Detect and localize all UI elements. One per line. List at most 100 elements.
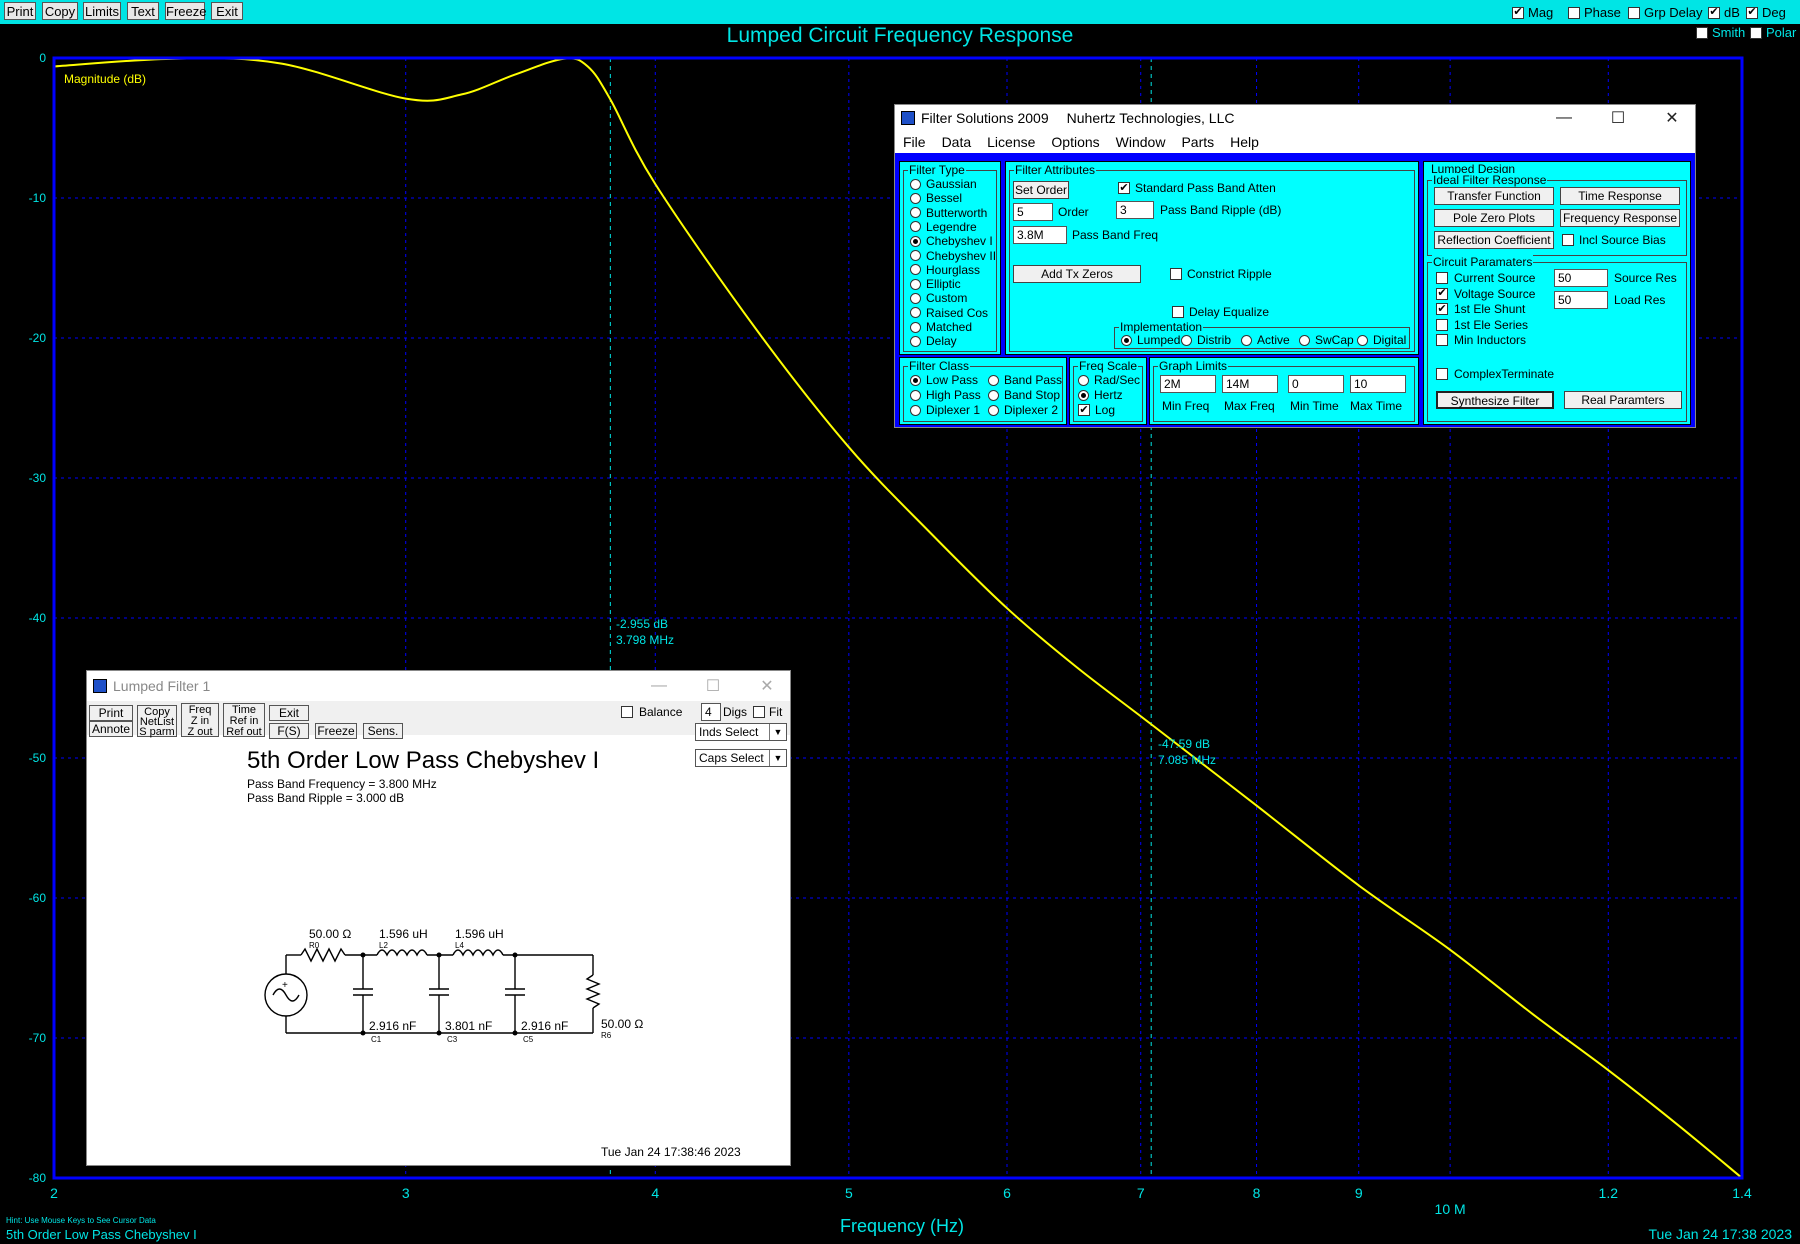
check-box[interactable] <box>1436 318 1448 331</box>
class-diplexer1-radio[interactable]: Diplexer 1 <box>910 403 980 417</box>
source-res-input[interactable]: 50 <box>1554 269 1608 287</box>
time-response-button[interactable]: Time Response <box>1560 187 1680 205</box>
std-pass-band-checkbox[interactable]: ✔ Standard Pass Band Atten <box>1118 181 1276 195</box>
filter-type-radio-gaussian[interactable]: Gaussian <box>910 177 977 191</box>
constrict-ripple-check[interactable] <box>1170 268 1182 280</box>
incl-source-bias-check[interactable] <box>1562 234 1574 246</box>
check-box[interactable] <box>1436 334 1448 346</box>
pass-band-freq-input[interactable]: 3.8M <box>1013 226 1067 244</box>
complex-terminate-checkbox[interactable]: ComplexTerminate <box>1436 367 1554 381</box>
scale-log-check[interactable]: ✔ <box>1078 404 1090 416</box>
print-button[interactable]: Print <box>4 2 36 20</box>
radio-button[interactable] <box>910 250 921 261</box>
circuit-checkbox-1st-ele-shunt[interactable]: ✔ 1st Ele Shunt <box>1436 302 1525 316</box>
class-band-stop-radio[interactable]: Band Stop <box>988 388 1060 402</box>
menu-data[interactable]: Data <box>942 134 972 150</box>
copy-button[interactable]: Copy <box>42 2 78 20</box>
class-low-pass-radio[interactable]: Low Pass <box>910 373 978 387</box>
check-box[interactable]: ✔ <box>1436 287 1448 300</box>
filter-type-radio-custom[interactable]: Custom <box>910 291 967 305</box>
filter-type-radio-legendre[interactable]: Legendre <box>910 220 977 234</box>
radio-button[interactable] <box>910 192 921 204</box>
class-diplexer2-radio[interactable]: Diplexer 2 <box>988 403 1058 417</box>
minimize-icon[interactable]: — <box>1541 105 1587 131</box>
check-box[interactable] <box>1436 272 1448 284</box>
menu-help[interactable]: Help <box>1230 134 1259 150</box>
filter-type-radio-chebyshev-i[interactable]: Chebyshev I <box>910 234 993 248</box>
ripple-input[interactable]: 3 <box>1116 201 1154 219</box>
impl-swcap-radio[interactable]: SwCap <box>1299 333 1354 347</box>
scale-hertz-radio[interactable]: Hertz <box>1078 388 1123 402</box>
deg-checkbox[interactable]: ✔ Deg <box>1746 5 1786 20</box>
menu-parts[interactable]: Parts <box>1181 134 1214 150</box>
limits-button[interactable]: Limits <box>83 2 121 20</box>
phase-check[interactable] <box>1568 6 1580 19</box>
add-tx-zeros-button[interactable]: Add Tx Zeros <box>1013 265 1141 283</box>
transfer-function-button[interactable]: Transfer Function <box>1434 187 1554 205</box>
deg-check[interactable]: ✔ <box>1746 6 1758 19</box>
close-icon[interactable]: ✕ <box>1649 105 1695 131</box>
db-check[interactable]: ✔ <box>1708 6 1720 19</box>
radio-button[interactable] <box>910 221 921 233</box>
radio-button[interactable] <box>910 235 921 247</box>
radio-button[interactable] <box>910 321 921 333</box>
filter-type-radio-bessel[interactable]: Bessel <box>910 191 962 205</box>
circuit-checkbox-min-inductors[interactable]: Min Inductors <box>1436 333 1526 347</box>
load-res-input[interactable]: 50 <box>1554 291 1608 309</box>
impl-lumped-radio[interactable]: Lumped <box>1121 333 1180 347</box>
radio-button[interactable] <box>910 178 921 190</box>
class-high-pass-radio[interactable]: High Pass <box>910 388 981 402</box>
impl-digital-radio[interactable]: Digital <box>1357 333 1406 347</box>
scale-radsec-radio[interactable]: Rad/Sec <box>1078 373 1140 387</box>
min-time-input[interactable]: 0 <box>1288 375 1344 393</box>
menu-options[interactable]: Options <box>1051 134 1099 150</box>
phase-checkbox[interactable]: Phase <box>1568 5 1621 20</box>
max-time-input[interactable]: 10 <box>1350 375 1406 393</box>
maximize-icon[interactable]: ☐ <box>1595 105 1641 131</box>
filter-type-radio-hourglass[interactable]: Hourglass <box>910 263 980 277</box>
delay-equalize-checkbox[interactable]: Delay Equalize <box>1172 305 1269 319</box>
filter-type-radio-elliptic[interactable]: Elliptic <box>910 277 961 291</box>
filter-type-radio-raised-cos[interactable]: Raised Cos <box>910 306 988 320</box>
filter-type-radio-chebyshev-ii[interactable]: Chebyshev II <box>910 249 996 263</box>
check-box[interactable]: ✔ <box>1436 303 1448 315</box>
impl-active-radio[interactable]: Active <box>1241 333 1290 347</box>
reflection-coefficient-button[interactable]: Reflection Coefficient <box>1434 231 1554 249</box>
filter-type-radio-butterworth[interactable]: Butterworth <box>910 206 987 220</box>
grp-delay-checkbox[interactable]: Grp Delay <box>1628 5 1703 20</box>
delay-equalize-check[interactable] <box>1172 306 1184 318</box>
class-band-pass-radio[interactable]: Band Pass <box>988 373 1062 387</box>
circuit-checkbox-1st-ele-series[interactable]: 1st Ele Series <box>1436 318 1528 332</box>
mag-checkbox[interactable]: ✔ Mag <box>1512 5 1553 20</box>
menu-license[interactable]: License <box>987 134 1035 150</box>
min-freq-input[interactable]: 2M <box>1160 375 1216 393</box>
real-params-button[interactable]: Real Paramters <box>1564 391 1682 409</box>
max-freq-input[interactable]: 14M <box>1222 375 1278 393</box>
complex-terminate-check[interactable] <box>1436 368 1448 380</box>
circuit-checkbox-voltage-source[interactable]: ✔ Voltage Source <box>1436 287 1535 301</box>
frequency-response-button[interactable]: Frequency Response <box>1560 209 1680 227</box>
db-checkbox[interactable]: ✔ dB <box>1708 5 1740 20</box>
radio-button[interactable] <box>910 207 921 219</box>
text-button[interactable]: Text <box>127 2 159 20</box>
exit-button[interactable]: Exit <box>211 2 243 20</box>
order-input[interactable]: 5 <box>1013 203 1053 221</box>
filter-type-radio-matched[interactable]: Matched <box>910 320 972 334</box>
radio-button[interactable] <box>910 335 921 347</box>
scale-log-checkbox[interactable]: ✔ Log <box>1078 403 1115 417</box>
circuit-checkbox-current-source[interactable]: Current Source <box>1436 271 1535 285</box>
filter-type-radio-delay[interactable]: Delay <box>910 334 957 348</box>
menu-window[interactable]: Window <box>1116 134 1166 150</box>
menu-file[interactable]: File <box>903 134 926 150</box>
freeze-button[interactable]: Freeze <box>165 2 206 20</box>
incl-source-bias-checkbox[interactable]: Incl Source Bias <box>1562 233 1666 247</box>
radio-button[interactable] <box>910 307 921 319</box>
std-pass-band-check[interactable]: ✔ <box>1118 182 1130 194</box>
pole-zero-plots-button[interactable]: Pole Zero Plots <box>1434 209 1554 227</box>
set-order-button[interactable]: Set Order <box>1013 181 1069 199</box>
radio-button[interactable] <box>910 264 921 276</box>
synthesize-filter-button[interactable]: Synthesize Filter <box>1436 391 1554 409</box>
radio-button[interactable] <box>910 292 921 304</box>
grp-delay-check[interactable] <box>1628 6 1640 19</box>
impl-distrib-radio[interactable]: Distrib <box>1181 333 1231 347</box>
